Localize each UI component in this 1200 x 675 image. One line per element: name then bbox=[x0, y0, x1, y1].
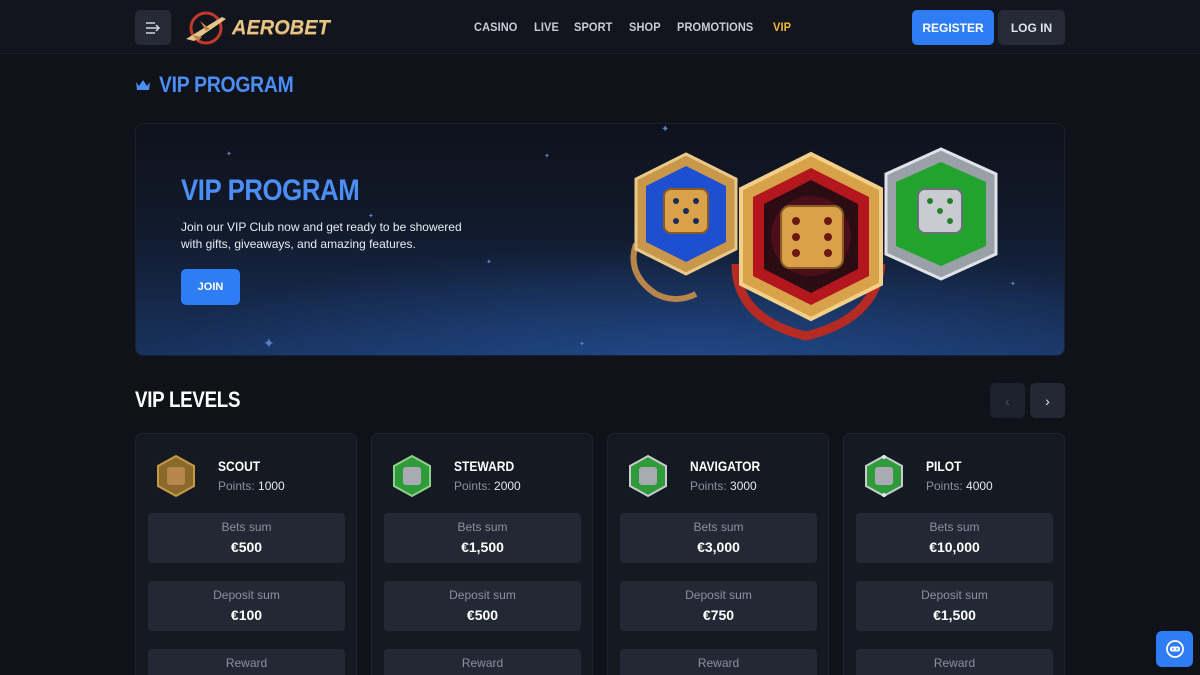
silver-badge-icon bbox=[884, 147, 998, 281]
level-points: Points: 2000 bbox=[454, 479, 521, 493]
sparkle-icon: ✦ bbox=[486, 259, 492, 266]
bets-sum-box: Bets sum €1,500 bbox=[384, 513, 581, 563]
sparkle-icon: ✦ bbox=[661, 124, 670, 135]
menu-arrow-icon bbox=[146, 21, 161, 34]
stat-value: €10,000 bbox=[929, 539, 980, 555]
stat-label: Bets sum bbox=[929, 520, 980, 534]
sparkle-icon: ✦ bbox=[226, 151, 232, 158]
stat-value: €1,500 bbox=[461, 539, 504, 555]
green-rank-icon bbox=[393, 454, 431, 498]
deposit-sum-box: Deposit sum €500 bbox=[384, 581, 581, 631]
points-value: 2000 bbox=[494, 479, 521, 493]
level-points: Points: 3000 bbox=[690, 479, 757, 493]
deposit-sum-box: Deposit sum €750 bbox=[620, 581, 817, 631]
nav-sport[interactable]: SPORT bbox=[574, 20, 612, 34]
reward-box: Reward bbox=[856, 649, 1053, 675]
bets-sum-box: Bets sum €500 bbox=[148, 513, 345, 563]
points-label: Points: bbox=[926, 479, 963, 493]
stat-label: Reward bbox=[225, 656, 268, 670]
stat-label: Reward bbox=[461, 656, 504, 670]
level-points: Points: 1000 bbox=[218, 479, 285, 493]
level-name: PILOT bbox=[926, 458, 962, 474]
nav-casino[interactable]: CASINO bbox=[474, 20, 517, 34]
bets-sum-box: Bets sum €10,000 bbox=[856, 513, 1053, 563]
join-button[interactable]: JOIN bbox=[181, 269, 240, 305]
stat-value: €500 bbox=[230, 539, 263, 555]
crown-icon bbox=[136, 80, 150, 90]
points-label: Points: bbox=[690, 479, 727, 493]
stat-label: Bets sum bbox=[457, 520, 508, 534]
points-value: 4000 bbox=[966, 479, 993, 493]
points-label: Points: bbox=[218, 479, 255, 493]
bets-sum-box: Bets sum €3,000 bbox=[620, 513, 817, 563]
stat-value: €500 bbox=[466, 607, 499, 623]
register-button[interactable]: REGISTER bbox=[912, 10, 994, 45]
gold-badge-icon bbox=[630, 152, 738, 302]
red-badge-icon bbox=[731, 151, 886, 341]
support-chat-button[interactable] bbox=[1156, 631, 1193, 667]
page-title: VIP PROGRAM bbox=[135, 72, 312, 98]
stat-value: €750 bbox=[702, 607, 735, 623]
stat-label: Bets sum bbox=[221, 520, 272, 534]
prev-button[interactable]: ‹ bbox=[990, 383, 1025, 418]
chat-support-icon bbox=[1165, 640, 1184, 658]
page-title-text: VIP PROGRAM bbox=[159, 72, 294, 97]
deposit-sum-box: Deposit sum €1,500 bbox=[856, 581, 1053, 631]
stat-value: €1,500 bbox=[933, 607, 976, 623]
level-points: Points: 4000 bbox=[926, 479, 993, 493]
points-label: Points: bbox=[454, 479, 491, 493]
banner-description: Join our VIP Club now and get ready to b… bbox=[181, 220, 462, 251]
main-nav: CASINO LIVE SPORT SHOP PROMOTIONS VIP bbox=[474, 20, 805, 34]
reward-box: Reward bbox=[620, 649, 817, 675]
banner-title: VIP PROGRAM bbox=[181, 174, 360, 207]
brand-name: AEROBET bbox=[232, 16, 330, 39]
stat-label: Bets sum bbox=[693, 520, 744, 534]
level-name: SCOUT bbox=[218, 458, 261, 474]
nav-live[interactable]: LIVE bbox=[534, 20, 559, 34]
vip-badges-illustration bbox=[630, 147, 998, 341]
menu-toggle-button[interactable] bbox=[135, 10, 171, 45]
stat-label: Deposit sum bbox=[449, 588, 516, 602]
bronze-rank-icon bbox=[157, 454, 195, 498]
level-card-steward[interactable]: STEWARD Points: 2000 Bets sum €1,500 Dep… bbox=[371, 433, 593, 675]
stat-label: Reward bbox=[697, 656, 740, 670]
green-rank-icon bbox=[865, 454, 903, 498]
chevron-right-icon: › bbox=[1045, 392, 1050, 409]
level-card-scout[interactable]: SCOUT Points: 1000 Bets sum €500 Deposit… bbox=[135, 433, 357, 675]
sparkle-icon: ✦ bbox=[263, 335, 275, 351]
stat-value: €100 bbox=[230, 607, 263, 623]
next-button[interactable]: › bbox=[1030, 383, 1065, 418]
top-header: AEROBET CASINO LIVE SPORT SHOP PROMOTION… bbox=[0, 0, 1200, 54]
stat-label: Deposit sum bbox=[921, 588, 988, 602]
sparkle-icon: ✦ bbox=[544, 153, 550, 160]
level-card-navigator[interactable]: NAVIGATOR Points: 3000 Bets sum €3,000 D… bbox=[607, 433, 829, 675]
points-value: 3000 bbox=[730, 479, 757, 493]
login-button[interactable]: LOG IN bbox=[998, 10, 1065, 45]
stat-value: €3,000 bbox=[697, 539, 740, 555]
nav-promotions[interactable]: PROMOTIONS bbox=[677, 20, 753, 34]
chevron-left-icon: ‹ bbox=[1005, 392, 1010, 409]
reward-box: Reward bbox=[384, 649, 581, 675]
points-value: 1000 bbox=[258, 479, 285, 493]
level-name: NAVIGATOR bbox=[690, 458, 761, 474]
nav-vip[interactable]: VIP bbox=[773, 20, 791, 34]
nav-shop[interactable]: SHOP bbox=[629, 20, 661, 34]
reward-box: Reward bbox=[148, 649, 345, 675]
stat-label: Deposit sum bbox=[685, 588, 752, 602]
stat-label: Reward bbox=[933, 656, 976, 670]
level-name: STEWARD bbox=[454, 458, 515, 474]
brand-logo[interactable]: AEROBET bbox=[182, 9, 330, 47]
deposit-sum-box: Deposit sum €100 bbox=[148, 581, 345, 631]
vip-banner: ✦ ✦ ✦ ✦ ✦ ✦ ✦ ✦ VIP PROGRAM Join our VIP… bbox=[135, 123, 1065, 356]
green-rank-icon bbox=[629, 454, 667, 498]
stat-label: Deposit sum bbox=[213, 588, 280, 602]
vip-levels-title: VIP LEVELS bbox=[135, 387, 241, 412]
plane-logo-icon bbox=[186, 11, 226, 45]
level-card-pilot[interactable]: PILOT Points: 4000 Bets sum €10,000 Depo… bbox=[843, 433, 1065, 675]
sparkle-icon: ✦ bbox=[579, 341, 585, 348]
